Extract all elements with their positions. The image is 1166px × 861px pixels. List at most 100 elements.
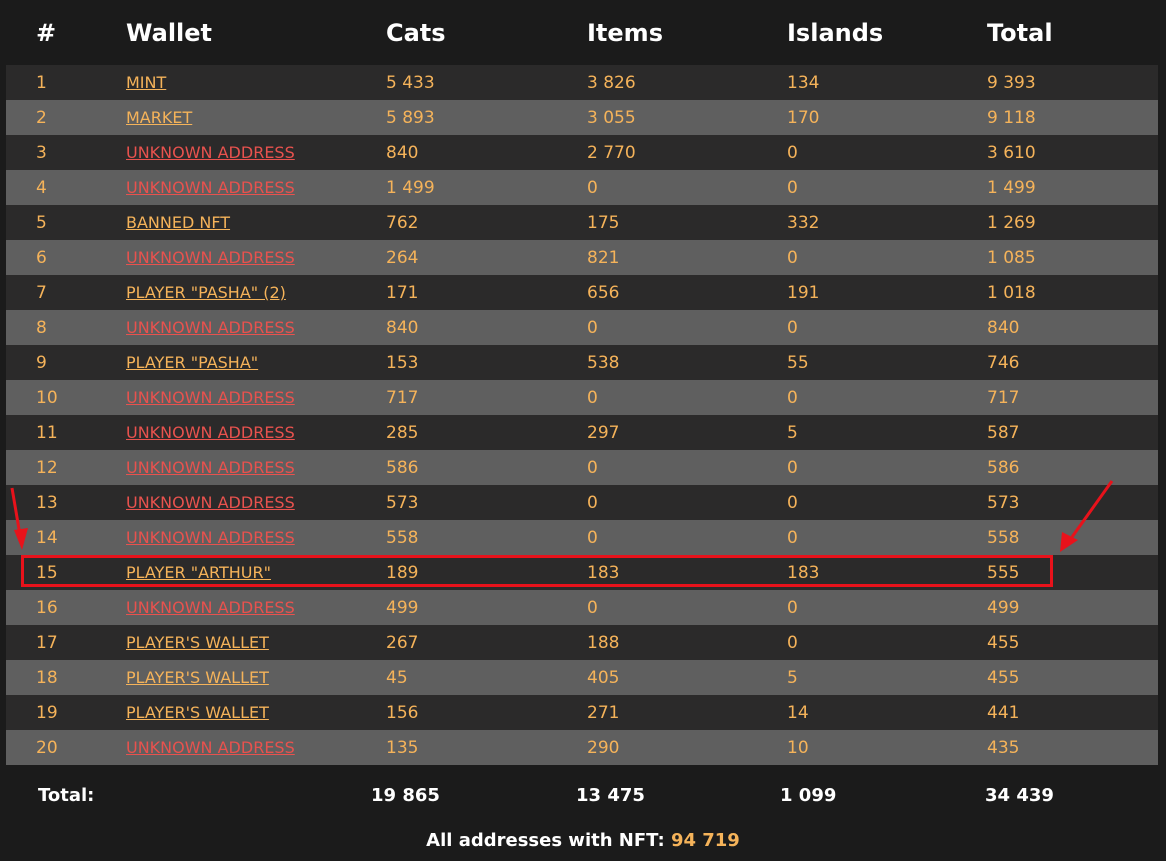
totals-cats: 19 865 [371, 785, 440, 806]
items-cell: 3 826 [587, 72, 636, 93]
table-row: 7 PLAYER "PASHA" (2) 171 656 191 1 018 [6, 275, 1158, 310]
wallet-link[interactable]: PLAYER "ARTHUR" [126, 563, 271, 582]
items-cell: 0 [587, 457, 598, 478]
wallet-link[interactable]: UNKNOWN ADDRESS [126, 388, 295, 407]
wallet-link[interactable]: MARKET [126, 108, 192, 127]
wallet-link[interactable]: UNKNOWN ADDRESS [126, 318, 295, 337]
table-row: 16 UNKNOWN ADDRESS 499 0 0 499 [6, 590, 1158, 625]
cats-cell: 267 [386, 632, 419, 653]
row-num: 3 [36, 142, 47, 163]
row-num: 2 [36, 107, 47, 128]
islands-cell: 0 [787, 247, 798, 268]
row-num: 15 [36, 562, 58, 583]
row-num: 19 [36, 702, 58, 723]
wallet-link[interactable]: UNKNOWN ADDRESS [126, 598, 295, 617]
wallet-link[interactable]: PLAYER'S WALLET [126, 633, 269, 652]
cats-cell: 45 [386, 667, 408, 688]
total-cell: 840 [987, 317, 1020, 338]
islands-cell: 0 [787, 142, 798, 163]
wallet-link[interactable]: UNKNOWN ADDRESS [126, 493, 295, 512]
row-num: 4 [36, 177, 47, 198]
wallet-link[interactable]: UNKNOWN ADDRESS [126, 738, 295, 757]
islands-cell: 191 [787, 282, 820, 303]
wallet-link[interactable]: PLAYER'S WALLET [126, 703, 269, 722]
total-cell: 1 085 [987, 247, 1036, 268]
table-row: 18 PLAYER'S WALLET 45 405 5 455 [6, 660, 1158, 695]
row-num: 20 [36, 737, 58, 758]
table-row: 5 BANNED NFT 762 175 332 1 269 [6, 205, 1158, 240]
total-cell: 1 499 [987, 177, 1036, 198]
table-row: 17 PLAYER'S WALLET 267 188 0 455 [6, 625, 1158, 660]
islands-cell: 0 [787, 457, 798, 478]
table-row: 6 UNKNOWN ADDRESS 264 821 0 1 085 [6, 240, 1158, 275]
table-row: 11 UNKNOWN ADDRESS 285 297 5 587 [6, 415, 1158, 450]
items-cell: 175 [587, 212, 620, 233]
wallet-link[interactable]: UNKNOWN ADDRESS [126, 423, 295, 442]
islands-cell: 5 [787, 422, 798, 443]
items-cell: 290 [587, 737, 620, 758]
wallet-link[interactable]: UNKNOWN ADDRESS [126, 458, 295, 477]
total-cell: 1 269 [987, 212, 1036, 233]
row-num: 5 [36, 212, 47, 233]
total-cell: 9 118 [987, 107, 1036, 128]
wallet-link[interactable]: PLAYER'S WALLET [126, 668, 269, 687]
items-cell: 0 [587, 597, 598, 618]
wallet-link[interactable]: UNKNOWN ADDRESS [126, 178, 295, 197]
cats-cell: 153 [386, 352, 419, 373]
wallet-link[interactable]: MINT [126, 73, 166, 92]
row-num: 13 [36, 492, 58, 513]
table-header: # Wallet Cats Items Islands Total [6, 0, 1158, 65]
header-wallet: Wallet [126, 18, 213, 47]
cats-cell: 5 893 [386, 107, 435, 128]
row-num: 12 [36, 457, 58, 478]
cats-cell: 499 [386, 597, 419, 618]
total-cell: 3 610 [987, 142, 1036, 163]
islands-cell: 0 [787, 177, 798, 198]
wallet-link[interactable]: UNKNOWN ADDRESS [126, 528, 295, 547]
items-cell: 821 [587, 247, 620, 268]
total-cell: 746 [987, 352, 1020, 373]
items-cell: 297 [587, 422, 620, 443]
row-num: 17 [36, 632, 58, 653]
table-row: 2 MARKET 5 893 3 055 170 9 118 [6, 100, 1158, 135]
wallet-link[interactable]: UNKNOWN ADDRESS [126, 143, 295, 162]
items-cell: 0 [587, 317, 598, 338]
cats-cell: 189 [386, 562, 419, 583]
cats-cell: 586 [386, 457, 419, 478]
total-cell: 455 [987, 667, 1020, 688]
islands-cell: 0 [787, 492, 798, 513]
table-body: 1 MINT 5 433 3 826 134 9 393 2 MARKET 5 893 3 055… [6, 65, 1158, 765]
total-cell: 455 [987, 632, 1020, 653]
islands-cell: 332 [787, 212, 820, 233]
row-num: 18 [36, 667, 58, 688]
total-cell: 441 [987, 702, 1020, 723]
totals-total: 34 439 [985, 785, 1054, 806]
cats-cell: 135 [386, 737, 419, 758]
row-num: 14 [36, 527, 58, 548]
totals-islands: 1 099 [780, 785, 837, 806]
footer-value: 94 719 [670, 830, 740, 851]
total-cell: 1 018 [987, 282, 1036, 303]
wallet-link[interactable]: BANNED NFT [126, 213, 230, 232]
islands-cell: 0 [787, 387, 798, 408]
wallet-link[interactable]: PLAYER "PASHA" [126, 353, 258, 372]
items-cell: 0 [587, 387, 598, 408]
cats-cell: 840 [386, 142, 419, 163]
total-cell: 555 [987, 562, 1020, 583]
table-row: 3 UNKNOWN ADDRESS 840 2 770 0 3 610 [6, 135, 1158, 170]
totals-label: Total: [38, 785, 95, 806]
table-row: 10 UNKNOWN ADDRESS 717 0 0 717 [6, 380, 1158, 415]
wallet-link[interactable]: PLAYER "PASHA" (2) [126, 283, 286, 302]
total-cell: 558 [987, 527, 1020, 548]
cats-cell: 762 [386, 212, 419, 233]
items-cell: 183 [587, 562, 620, 583]
total-cell: 586 [987, 457, 1020, 478]
items-cell: 0 [587, 177, 598, 198]
items-cell: 0 [587, 492, 598, 513]
islands-cell: 183 [787, 562, 820, 583]
totals-row: Total: 19 865 13 475 1 099 34 439 [0, 785, 1166, 815]
wallet-link[interactable]: UNKNOWN ADDRESS [126, 248, 295, 267]
islands-cell: 170 [787, 107, 820, 128]
total-cell: 573 [987, 492, 1020, 513]
wallet-table: # Wallet Cats Items Islands Total 1 MINT 5… [6, 0, 1158, 765]
